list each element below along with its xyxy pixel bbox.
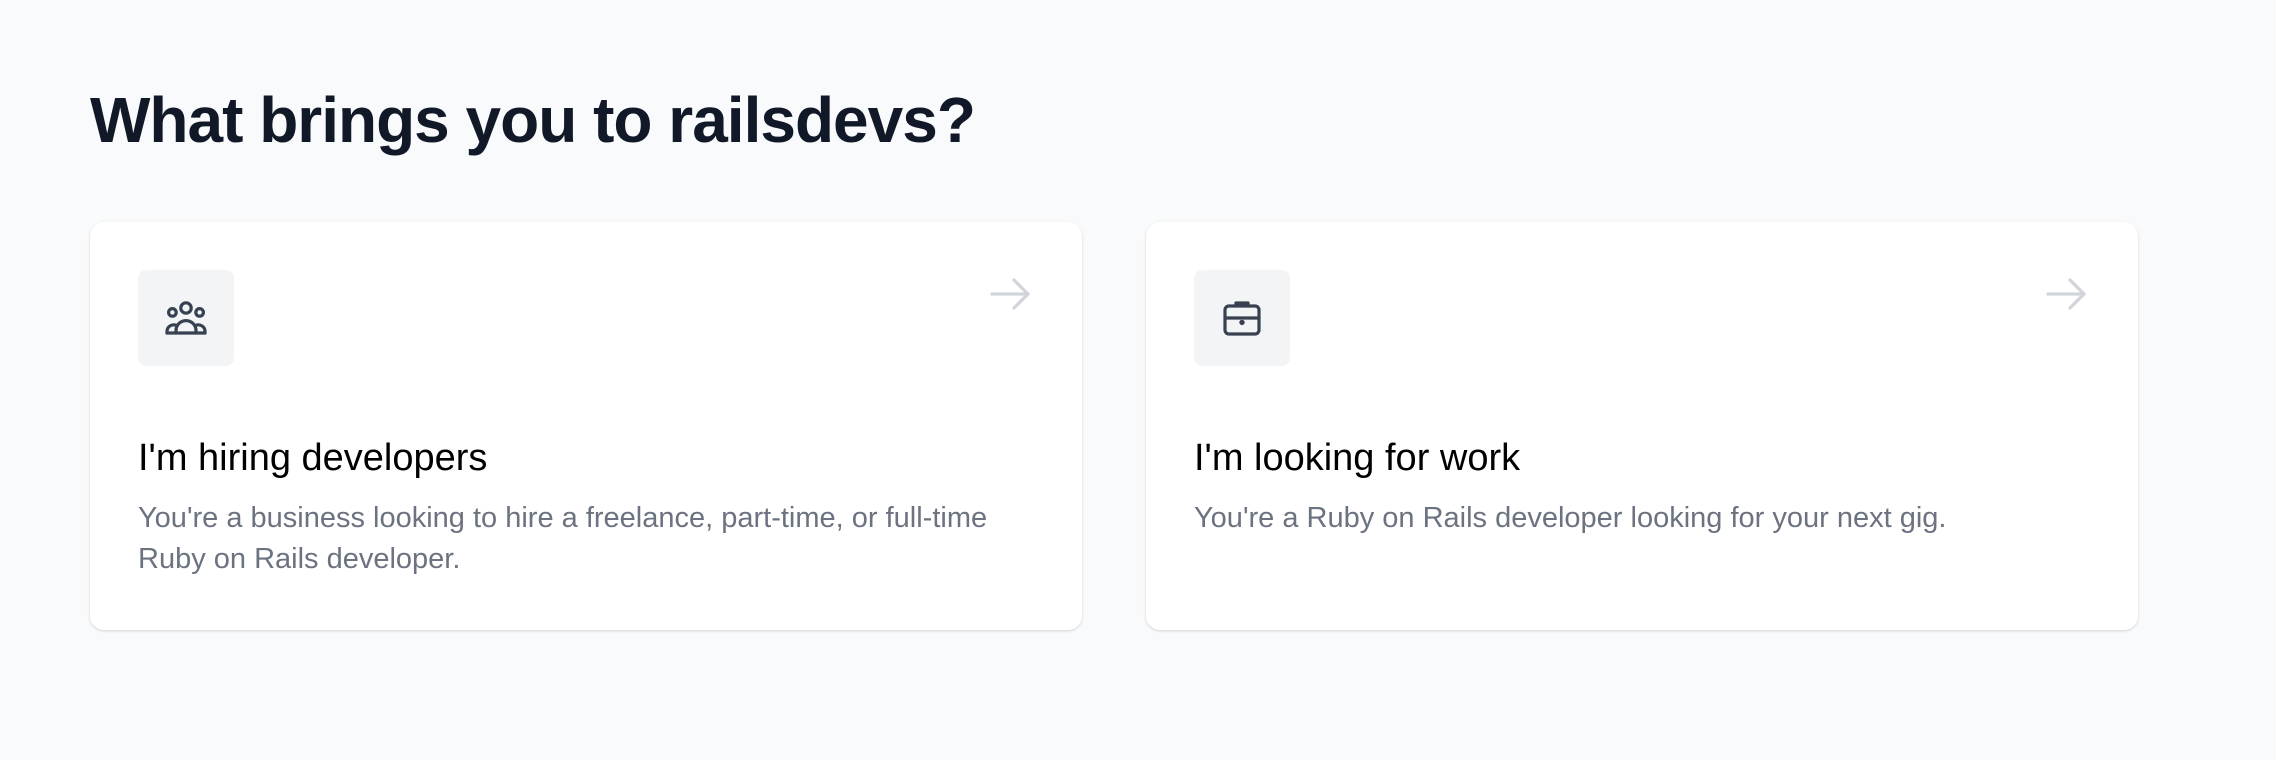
icon-container: [1194, 270, 1290, 366]
user-group-icon: [165, 301, 207, 335]
card-description: You're a Ruby on Rails developer looking…: [1194, 502, 1947, 534]
card-title: I'm looking for work: [1194, 437, 1521, 479]
briefcase-icon: [1223, 301, 1261, 336]
arrow-right-icon: [2042, 270, 2090, 318]
looking-for-work-card[interactable]: I'm looking for work You're a Ruby on Ra…: [1146, 222, 2138, 630]
arrow-right-icon: [986, 270, 1034, 318]
page-title: What brings you to railsdevs?: [90, 84, 976, 156]
card-description: You're a business looking to hire a free…: [138, 502, 988, 575]
card-title: I'm hiring developers: [138, 437, 488, 479]
hiring-developers-card[interactable]: I'm hiring developers You're a business …: [90, 222, 1082, 630]
icon-container: [138, 270, 234, 366]
